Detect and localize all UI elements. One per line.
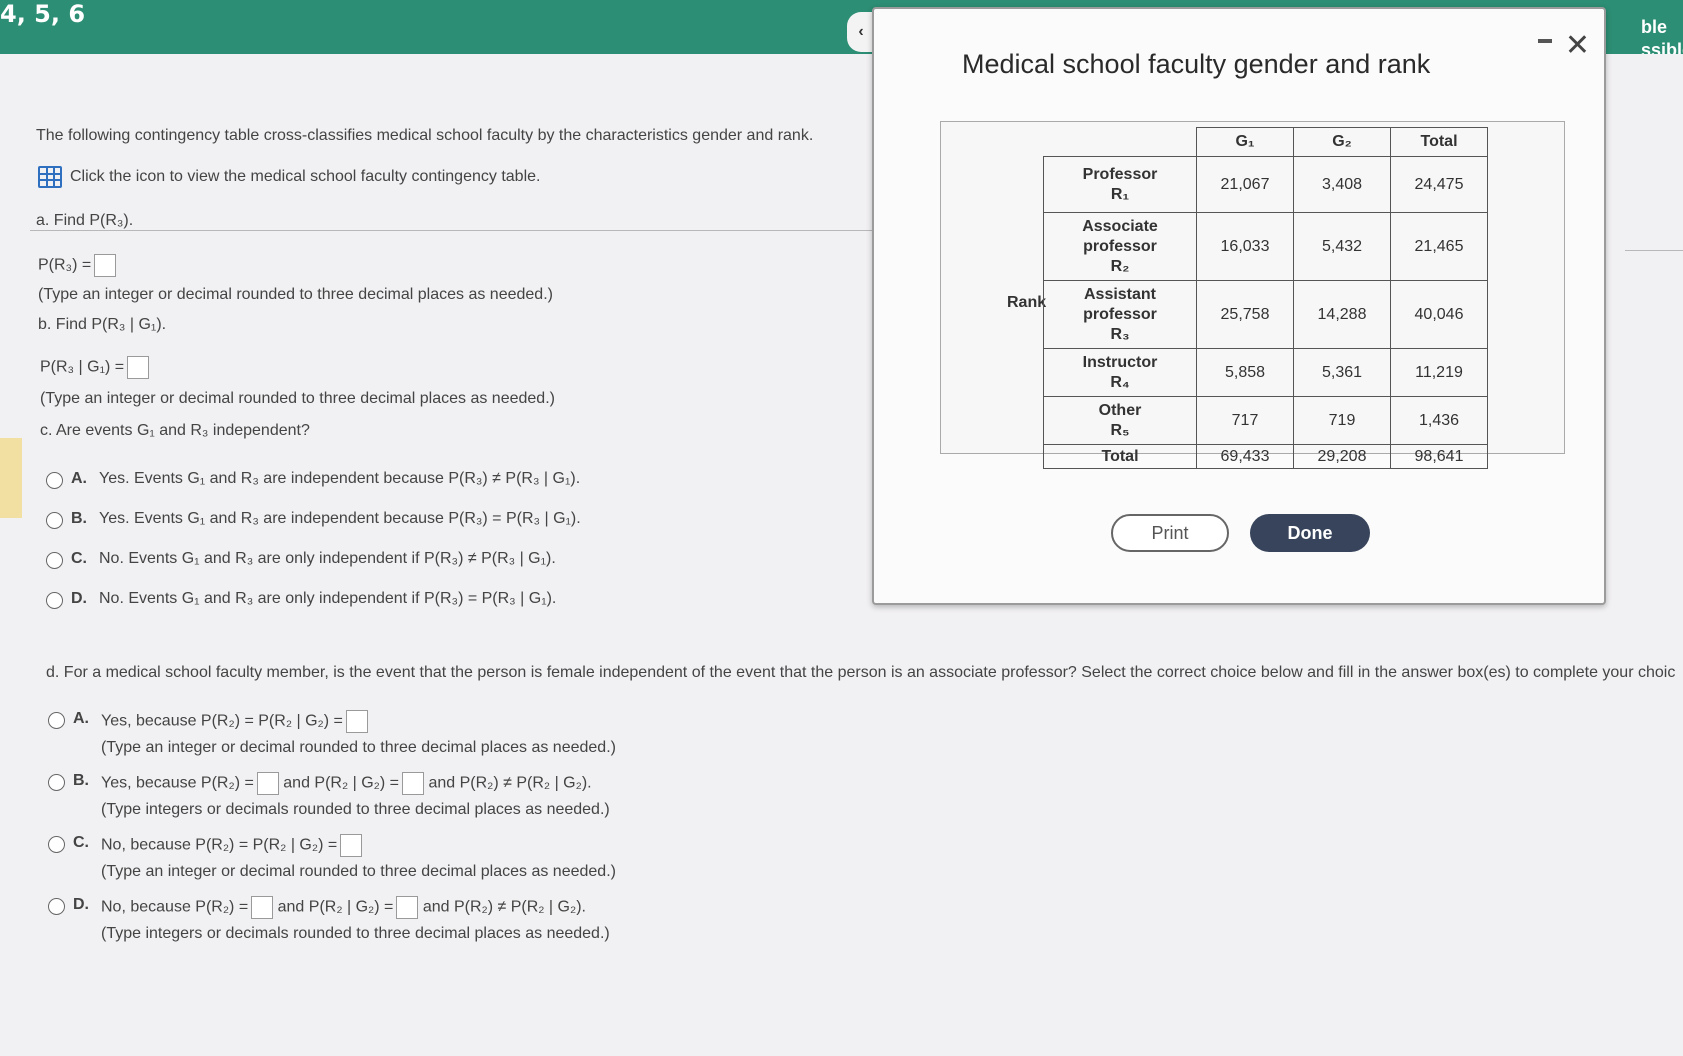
- done-button[interactable]: Done: [1250, 514, 1370, 552]
- column-header: G₁: [1196, 127, 1294, 157]
- table-cell: 40,046: [1390, 280, 1488, 349]
- row-label: Associate professor R₂: [1043, 212, 1197, 281]
- row-label: Assistant professor R₃: [1043, 280, 1197, 349]
- chevron-left-icon[interactable]: ‹: [858, 23, 863, 41]
- table-cell: 5,361: [1293, 348, 1391, 397]
- part-c-option-d[interactable]: D. No. Events G₁ and R₃ are only indepen…: [46, 590, 556, 609]
- part-d-b-input-1[interactable]: [256, 772, 279, 795]
- part-d-option-a[interactable]: A. Yes, because P(R₂) = P(R₂ | G₂) = (Ty…: [48, 710, 616, 757]
- collapse-tab[interactable]: ‹: [847, 12, 875, 52]
- table-cell: 69,433: [1196, 444, 1294, 469]
- question-stem: The following contingency table cross-cl…: [36, 127, 814, 144]
- part-c-option-c[interactable]: C. No. Events G₁ and R₃ are only indepen…: [46, 550, 556, 569]
- divider-right: [1625, 250, 1683, 251]
- dialog-title: Medical school faculty gender and rank: [962, 49, 1431, 79]
- table-row: Other R₅ 717 719 1,436: [1043, 396, 1488, 445]
- contingency-table-dialog: Medical school faculty gender and rank ✕…: [872, 7, 1606, 605]
- part-d-option-b[interactable]: B. Yes, because P(R₂) = and P(R₂ | G₂) =…: [48, 772, 610, 819]
- table-link-text: Click the icon to view the medical schoo…: [70, 168, 541, 185]
- part-d-c-input[interactable]: [340, 834, 363, 857]
- table-cell: 98,641: [1390, 444, 1488, 469]
- part-d-d-input-1[interactable]: [251, 896, 274, 919]
- close-icon[interactable]: ✕: [1565, 31, 1590, 61]
- part-b-hint: (Type an integer or decimal rounded to t…: [40, 390, 555, 407]
- part-b-question: b. Find P(R₃ | G₁).: [38, 316, 167, 333]
- table-header-row: G₁ G₂ Total: [1044, 127, 1488, 157]
- row-label: Total: [1043, 444, 1197, 469]
- row-label: Other R₅: [1043, 396, 1197, 445]
- part-d-question: d. For a medical school faculty member, …: [46, 664, 1676, 681]
- table-cell: 11,219: [1390, 348, 1488, 397]
- part-d-a-input[interactable]: [345, 710, 368, 733]
- table-cell: 717: [1196, 396, 1294, 445]
- part-c-question: c. Are events G₁ and R₃ independent?: [40, 422, 310, 439]
- table-total-row: Total 69,433 29,208 98,641: [1043, 444, 1488, 469]
- table-cell: 5,858: [1196, 348, 1294, 397]
- part-a-answer: P(R₃) =: [38, 254, 117, 277]
- minimize-icon[interactable]: [1538, 39, 1552, 43]
- row-label: Professor R₁: [1043, 156, 1197, 213]
- table-cell: 14,288: [1293, 280, 1391, 349]
- part-a-label: P(R₃) =: [38, 256, 92, 274]
- table-cell: 719: [1293, 396, 1391, 445]
- table-frame: Rank G₁ G₂ Total Professor R₁ 21,067 3,40…: [940, 121, 1565, 469]
- part-b-input[interactable]: [127, 356, 150, 379]
- table-cell: 25,758: [1196, 280, 1294, 349]
- radio-button[interactable]: [46, 552, 63, 569]
- part-a-hint: (Type an integer or decimal rounded to t…: [38, 286, 553, 303]
- print-button[interactable]: Print: [1111, 514, 1229, 552]
- part-c-option-a[interactable]: A. Yes. Events G₁ and R₃ are independent…: [46, 470, 580, 489]
- table-cell: 21,465: [1390, 212, 1488, 281]
- part-d-option-c[interactable]: C. No, because P(R₂) = P(R₂ | G₂) = (Typ…: [48, 834, 616, 881]
- part-a-input[interactable]: [94, 254, 117, 277]
- table-icon[interactable]: [38, 166, 62, 188]
- table-row: Assistant professor R₃ 25,758 14,288 40,04…: [1043, 280, 1488, 349]
- radio-button[interactable]: [46, 512, 63, 529]
- table-row: Instructor R₄ 5,858 5,361 11,219: [1043, 348, 1488, 397]
- table-cell: 24,475: [1390, 156, 1488, 213]
- table-cell: 29,208: [1293, 444, 1391, 469]
- column-header: G₂: [1293, 127, 1391, 157]
- contingency-table: G₁ G₂ Total Professor R₁ 21,067 3,408 24,…: [1043, 127, 1488, 469]
- table-link[interactable]: Click the icon to view the medical schoo…: [38, 166, 540, 188]
- part-a-question: a. Find P(R₃).: [36, 212, 134, 229]
- part-d-option-d[interactable]: D. No, because P(R₂) = and P(R₂ | G₂) = …: [48, 896, 610, 943]
- radio-button[interactable]: [48, 774, 65, 791]
- rank-label: Rank: [1007, 294, 1047, 311]
- row-label: Instructor R₄: [1043, 348, 1197, 397]
- part-b-answer: P(R₃ | G₁) =: [40, 356, 150, 379]
- table-cell: 3,408: [1293, 156, 1391, 213]
- left-highlight-strip: [0, 438, 22, 518]
- assignment-title: 4, 5, 6: [0, 0, 86, 28]
- table-cell: 1,436: [1390, 396, 1488, 445]
- table-cell: 21,067: [1196, 156, 1294, 213]
- table-cell: 5,432: [1293, 212, 1391, 281]
- column-header: Total: [1390, 127, 1488, 157]
- radio-button[interactable]: [48, 898, 65, 915]
- table-cell: 16,033: [1196, 212, 1294, 281]
- part-d-b-input-2[interactable]: [402, 772, 424, 795]
- part-c-option-b[interactable]: B. Yes. Events G₁ and R₃ are independent…: [46, 510, 581, 529]
- radio-button[interactable]: [46, 592, 63, 609]
- part-b-label: P(R₃ | G₁) =: [40, 358, 125, 376]
- part-d-d-input-2[interactable]: [396, 896, 419, 919]
- radio-button[interactable]: [48, 836, 65, 853]
- radio-button[interactable]: [48, 712, 65, 729]
- divider: [30, 230, 880, 231]
- table-row: Associate professor R₂ 16,033 5,432 21,465: [1043, 212, 1488, 281]
- radio-button[interactable]: [46, 472, 63, 489]
- table-row: Professor R₁ 21,067 3,408 24,475: [1043, 156, 1488, 213]
